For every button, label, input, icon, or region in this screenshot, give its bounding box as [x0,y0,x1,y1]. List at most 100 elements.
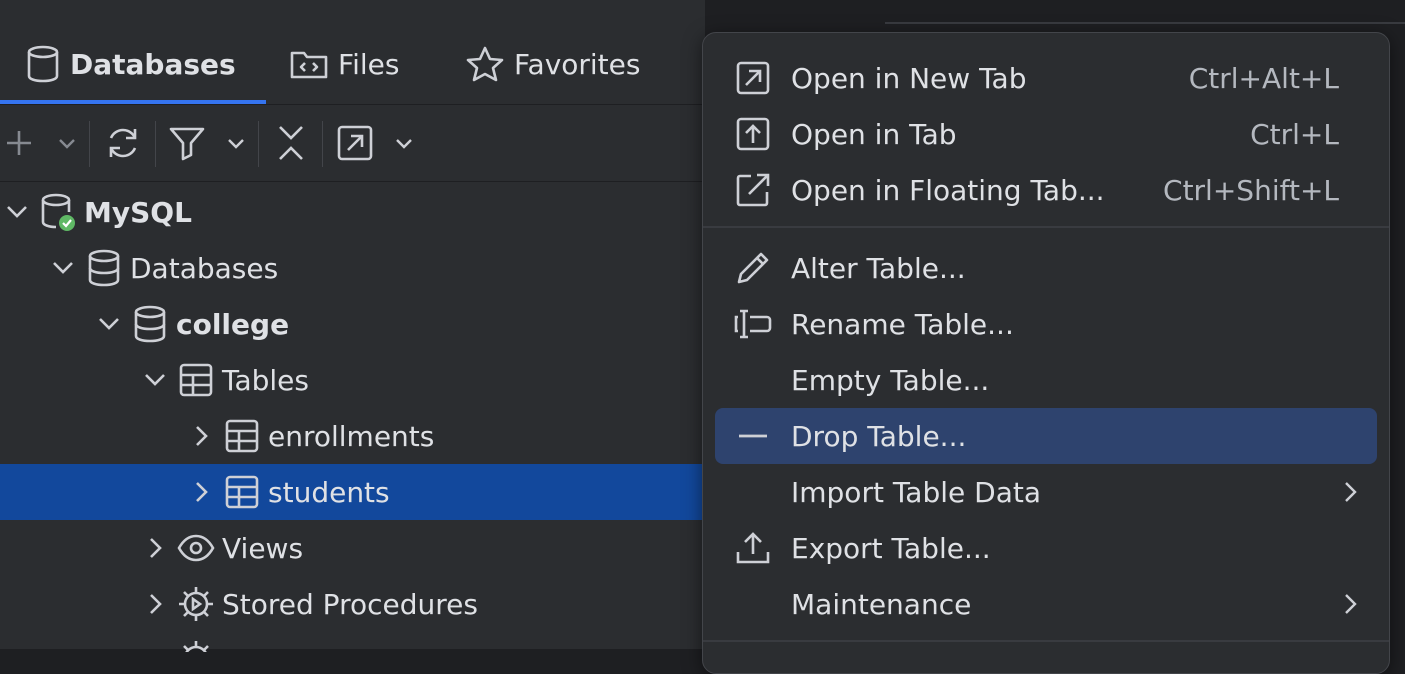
menu-shortcut: Ctrl+Shift+L [1163,173,1339,207]
menu-separator [703,226,1389,228]
toolbar-divider [155,121,156,167]
menu-item-import-table-data[interactable]: Import Table Data [715,464,1377,520]
pencil-icon [733,248,773,288]
toolbar-divider [89,121,90,167]
tab-databases[interactable]: Databases [0,24,266,104]
menu-label: Import Table Data [791,475,1041,509]
tab-files[interactable]: Files [290,24,399,104]
external-link-icon [733,170,773,210]
menu-label: Open in Floating Tab... [791,173,1105,207]
gear-icon [176,584,216,624]
star-icon [466,46,504,82]
menu-label: Open in New Tab [791,61,1027,95]
minus-icon [733,416,773,456]
tab-files-label: Files [338,47,400,81]
menu-separator [703,640,1389,642]
chevron-right-icon[interactable] [140,589,170,619]
chevron-right-icon[interactable] [140,533,170,563]
refresh-button[interactable] [104,105,142,181]
menu-item-open-new-tab[interactable]: Open in New Tab Ctrl+Alt+L [715,50,1377,106]
tab-favorites[interactable]: Favorites [466,24,640,104]
chevron-down-icon[interactable] [140,365,170,395]
menu-item-maintenance[interactable]: Maintenance [715,576,1377,632]
schema-icon [130,304,170,344]
chevron-right-icon[interactable] [186,477,216,507]
menu-shortcut: Ctrl+Alt+L [1188,61,1339,95]
chevron-down-icon[interactable] [48,253,78,283]
tree-node-college[interactable]: college [0,296,799,352]
collapse-all-button[interactable] [276,105,306,181]
title-strip [0,0,705,24]
tree-label-stored-procedures: Stored Procedures [222,587,478,621]
chevron-right-icon[interactable] [186,421,216,451]
add-button[interactable] [4,105,34,181]
toolbar-divider [322,121,323,167]
editor-header-line [885,22,1405,24]
collapse-icon [276,124,306,162]
upload-icon [733,528,773,568]
add-dropdown-button[interactable] [56,105,78,181]
menu-label: Empty Table... [791,363,990,397]
blank-icon [733,360,773,400]
table-icon [176,360,216,400]
menu-item-open-tab[interactable]: Open in Tab Ctrl+L [715,106,1377,162]
filter-icon [168,125,206,161]
menu-label: Open in Tab [791,117,957,151]
tree-label-students: students [268,475,390,509]
database-icon [26,45,60,83]
chevron-down-icon[interactable] [2,197,32,227]
database-explorer-panel: Databases Files Favorites MySQL Database… [0,0,891,652]
tree-label-enrollments: enrollments [268,419,435,453]
menu-item-drop-table[interactable]: Drop Table... [715,408,1377,464]
open-dropdown-button[interactable] [393,105,415,181]
menu-item-open-floating-tab[interactable]: Open in Floating Tab... Ctrl+Shift+L [715,162,1377,218]
open-tab-icon [733,114,773,154]
rename-icon [733,304,773,344]
toolbar-divider [258,121,259,167]
datasource-connected-icon [38,192,78,232]
open-arrow-icon [336,124,374,162]
blank-icon [733,472,773,512]
menu-label: Rename Table... [791,307,1014,341]
menu-label: Maintenance [791,587,972,621]
explorer-tab-bar: Databases Files Favorites [0,24,705,105]
menu-item-alter-table[interactable]: Alter Table... [715,240,1377,296]
menu-shortcut: Ctrl+L [1250,117,1339,151]
menu-item-rename-table[interactable]: Rename Table... [715,296,1377,352]
tree-label-views: Views [222,531,304,565]
database-icon [84,248,124,288]
menu-item-empty-table[interactable]: Empty Table... [715,352,1377,408]
gear-icon [176,638,216,652]
tree-label-college: college [176,307,290,341]
open-new-tab-icon [733,58,773,98]
chevron-down-icon [225,132,247,154]
tab-databases-label: Databases [70,47,236,81]
plus-icon [4,128,34,158]
menu-label: Drop Table... [791,419,967,453]
tab-favorites-label: Favorites [514,47,641,81]
menu-label: Alter Table... [791,251,966,285]
chevron-down-icon [56,132,78,154]
tree-node-databases[interactable]: Databases [0,240,753,296]
context-menu: Open in New Tab Ctrl+Alt+L Open in Tab C… [702,32,1390,674]
filter-dropdown-button[interactable] [225,105,247,181]
chevron-down-icon[interactable] [94,309,124,339]
menu-item-export-table[interactable]: Export Table... [715,520,1377,576]
filter-button[interactable] [168,105,206,181]
blank-icon [733,584,773,624]
tree-label-mysql: MySQL [84,195,192,229]
menu-label: Export Table... [791,531,991,565]
table-icon [222,472,262,512]
chevron-right-icon [1335,477,1365,507]
tree-label-databases: Databases [130,251,279,285]
tree-node-mysql[interactable]: MySQL [0,184,707,240]
tree-label-tables: Tables [222,363,309,397]
table-icon [222,416,262,456]
chevron-right-icon [1335,589,1365,619]
refresh-icon [104,124,142,162]
explorer-toolbar [0,105,705,182]
eye-icon [176,528,216,568]
chevron-down-icon [393,132,415,154]
open-in-tab-button[interactable] [336,105,374,181]
folder-code-icon [290,47,328,81]
